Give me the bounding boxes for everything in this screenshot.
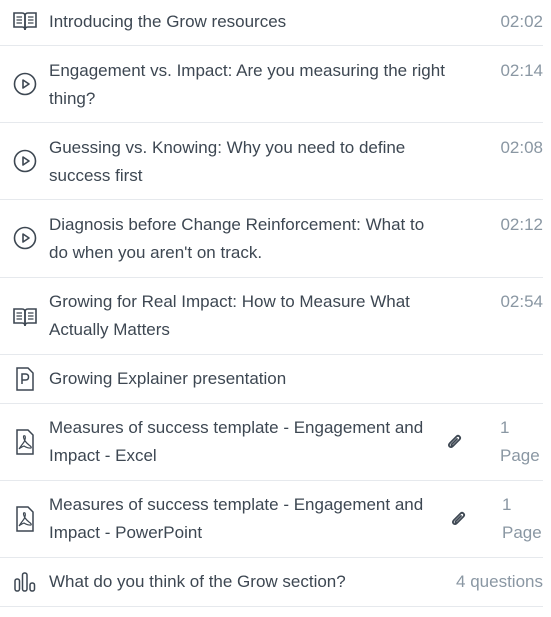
lesson-duration: 02:08	[500, 138, 543, 157]
lesson-duration: 02:14	[500, 61, 543, 80]
lesson-item-measures-template-powerpoint[interactable]: Measures of success template - Engagemen…	[0, 481, 543, 558]
lesson-duration: 02:54	[500, 292, 543, 311]
question-count: 4 questions	[456, 572, 543, 591]
lesson-title-line1: Guessing vs. Knowing: Why you need to de…	[49, 138, 406, 157]
book-icon	[12, 304, 38, 330]
lesson-item-measures-template-excel[interactable]: Measures of success template - Engagemen…	[0, 404, 543, 481]
play-circle-icon	[12, 148, 38, 174]
paperclip-icon	[445, 432, 465, 452]
page-count-label: Page	[500, 446, 540, 465]
lesson-item-growing-for-real-impact[interactable]: Growing for Real Impact: How to Measure …	[0, 278, 543, 355]
book-icon	[12, 8, 38, 34]
bar-chart-icon	[12, 569, 38, 595]
lesson-duration: 02:02	[500, 12, 543, 31]
lesson-title-line2: Impact - PowerPoint	[49, 523, 203, 542]
lesson-title-line2: Impact - Excel	[49, 446, 157, 465]
lesson-item-diagnosis-before-change[interactable]: Diagnosis before Change Reinforcement: W…	[0, 200, 543, 278]
lesson-item-introducing-grow[interactable]: Introducing the Grow resources 02:02	[0, 0, 543, 46]
lesson-title-line2: Actually Matters	[49, 320, 170, 339]
lesson-title-line2: success first	[49, 166, 143, 185]
lesson-title-line1: Measures of success template - Engagemen…	[49, 495, 424, 514]
play-circle-icon	[12, 225, 38, 251]
pdf-icon	[12, 429, 38, 455]
page-count-number: 1	[502, 495, 512, 514]
page-count-number: 1	[500, 418, 510, 437]
lesson-title: Growing Explainer presentation	[49, 369, 287, 388]
lesson-item-grow-survey[interactable]: What do you think of the Grow section? 4…	[0, 558, 543, 607]
page-count-label: Page	[502, 523, 542, 542]
lesson-title-line1: Diagnosis before Change Reinforcement: W…	[49, 215, 425, 234]
play-circle-icon	[12, 71, 38, 97]
lesson-title-line1: Measures of success template - Engagemen…	[49, 418, 424, 437]
lesson-title: Introducing the Grow resources	[49, 12, 287, 31]
lesson-item-engagement-vs-impact[interactable]: Engagement vs. Impact: Are you measuring…	[0, 46, 543, 123]
lesson-title-line1: Growing for Real Impact: How to Measure …	[49, 292, 410, 311]
lesson-title: What do you think of the Grow section?	[49, 572, 346, 591]
lesson-title-line2: thing?	[49, 89, 96, 108]
lesson-duration: 02:12	[500, 215, 543, 234]
lesson-title-line2: do when you aren't on track.	[49, 243, 263, 262]
lesson-item-guessing-vs-knowing[interactable]: Guessing vs. Knowing: Why you need to de…	[0, 123, 543, 200]
lesson-item-growing-explainer[interactable]: Growing Explainer presentation	[0, 355, 543, 404]
lesson-title-line1: Engagement vs. Impact: Are you measuring…	[49, 61, 445, 80]
pdf-icon	[12, 506, 38, 532]
presentation-p-icon	[12, 366, 38, 392]
paperclip-icon	[449, 509, 469, 529]
